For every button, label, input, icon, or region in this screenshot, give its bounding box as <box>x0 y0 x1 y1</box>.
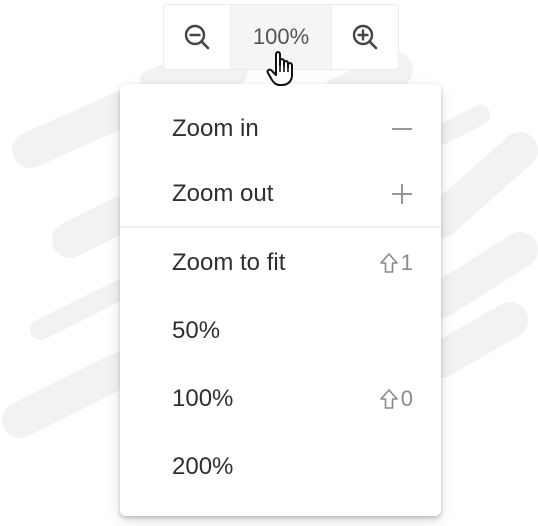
menu-item-label: 200% <box>172 453 234 480</box>
plus-icon <box>392 184 412 204</box>
shift-icon <box>379 389 398 409</box>
zoom-in-magnifier-icon <box>352 24 378 50</box>
hand-pointer-icon <box>266 51 293 86</box>
menu-item-zoom-to-fit[interactable]: Zoom to fit 1 <box>120 230 441 296</box>
menu-item-200[interactable]: 200% <box>120 434 441 500</box>
menu-item-shortcut: 0 <box>379 386 413 412</box>
menu-item-shortcut <box>391 118 413 140</box>
menu-item-zoom-in[interactable]: Zoom in <box>120 96 441 162</box>
zoom-out-button[interactable] <box>164 5 231 69</box>
shift-icon <box>379 253 398 273</box>
menu-item-50[interactable]: 50% <box>120 298 441 364</box>
shortcut-key: 0 <box>400 386 413 411</box>
menu-divider <box>120 226 441 228</box>
minus-icon <box>392 128 412 130</box>
menu-item-label: 50% <box>172 317 221 344</box>
menu-item-label: 100% <box>172 385 234 412</box>
menu-item-label: Zoom in <box>172 115 259 142</box>
menu-item-100[interactable]: 100% 0 <box>120 366 441 432</box>
menu-item-shortcut: 1 <box>379 250 413 276</box>
menu-item-label: Zoom to fit <box>172 249 286 276</box>
zoom-in-button[interactable] <box>331 5 398 69</box>
menu-item-zoom-out[interactable]: Zoom out <box>120 161 441 227</box>
zoom-out-magnifier-icon <box>184 24 210 50</box>
menu-item-shortcut <box>391 183 413 205</box>
menu-item-label: Zoom out <box>172 180 274 207</box>
zoom-menu: Zoom in Zoom out Zoom to fit 1 50% 100% <box>120 84 441 516</box>
shortcut-key: 1 <box>400 250 413 275</box>
